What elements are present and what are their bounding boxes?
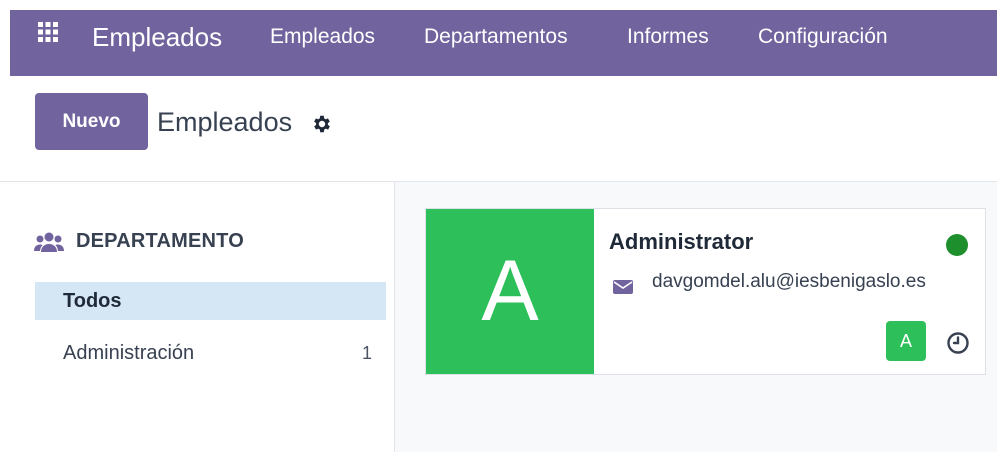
gear-icon[interactable] [311, 113, 333, 135]
control-panel: Nuevo Empleados [0, 76, 997, 182]
new-button[interactable]: Nuevo [35, 93, 148, 150]
kanban-area: A Administrator davgomdel.alu@iesbenigas… [395, 182, 997, 452]
menu-configuracion[interactable]: Configuración [758, 25, 888, 49]
department-item-label: Administración [63, 341, 195, 364]
menu-empleados[interactable]: Empleados [270, 25, 375, 49]
menu-departamentos[interactable]: Departamentos [424, 25, 568, 49]
top-navbar: Empleados Empleados Departamentos Inform… [10, 10, 997, 76]
employee-email: davgomdel.alu@iesbenigaslo.es [652, 271, 926, 292]
breadcrumb: Empleados [157, 107, 293, 137]
employee-name: Administrator [609, 229, 754, 254]
department-item-todos[interactable]: Todos [35, 282, 386, 320]
department-count: 1 [361, 342, 372, 363]
employee-card[interactable]: A Administrator davgomdel.alu@iesbenigas… [425, 208, 986, 375]
department-item-administracion[interactable]: Administración 1 [35, 334, 386, 372]
department-header: DEPARTAMENTO [34, 230, 244, 253]
presence-status-icon [946, 234, 968, 256]
employee-avatar: A [426, 209, 594, 374]
related-user-avatar[interactable]: A [886, 321, 926, 361]
clock-icon[interactable] [946, 331, 970, 355]
menu-informes[interactable]: Informes [627, 25, 709, 49]
app-grid-icon[interactable] [38, 22, 58, 42]
app-name[interactable]: Empleados [92, 22, 222, 52]
users-icon [34, 232, 64, 252]
department-panel: DEPARTAMENTO Todos Administración 1 [10, 182, 395, 452]
department-title: DEPARTAMENTO [76, 230, 244, 252]
envelope-icon [613, 280, 633, 294]
department-item-label: Todos [63, 289, 122, 312]
